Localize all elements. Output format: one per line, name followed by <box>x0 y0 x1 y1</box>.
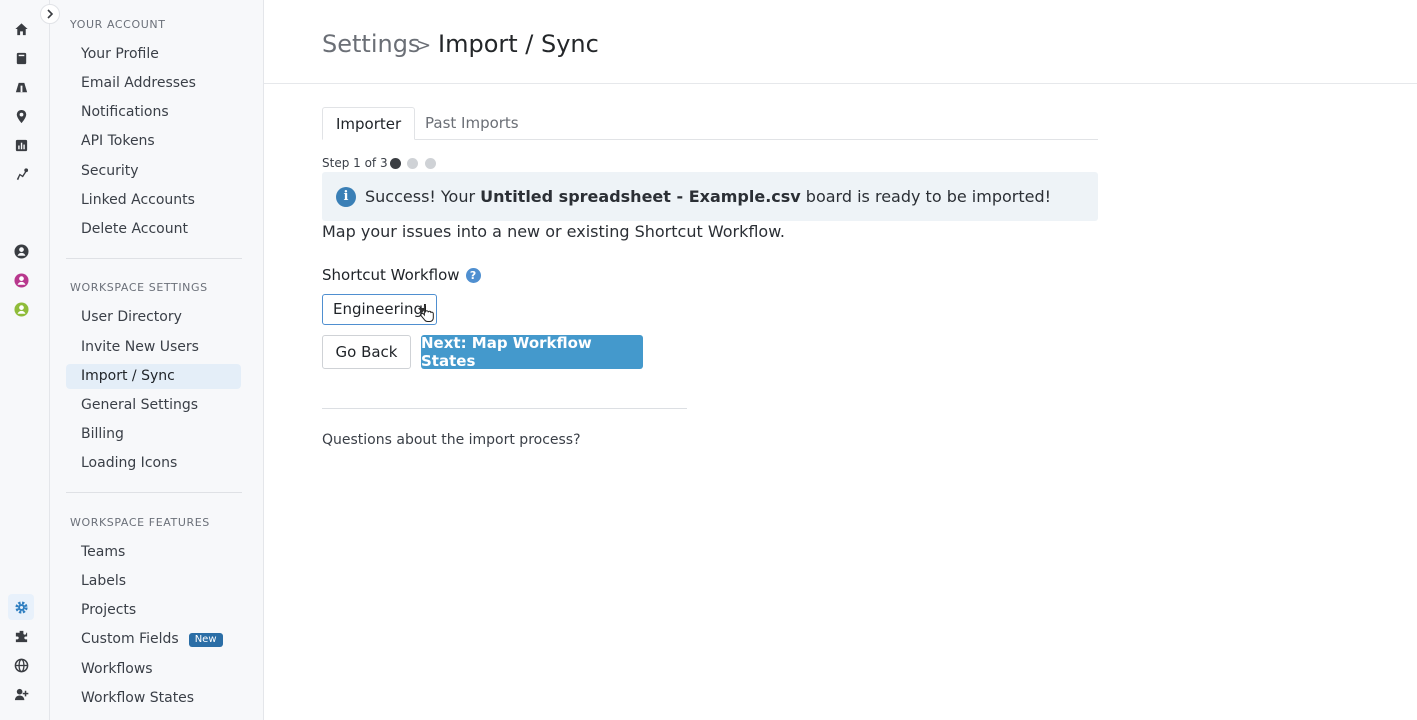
sidebar-item-workflows[interactable]: Workflows <box>66 657 241 682</box>
sidebar-item-label: Custom Fields <box>81 631 179 647</box>
sidebar-item-security[interactable]: Security <box>66 159 241 184</box>
breadcrumb-separator: > <box>416 35 432 56</box>
stories-icon[interactable] <box>11 48 31 68</box>
info-icon: i <box>336 186 356 207</box>
sidebar-item-billing[interactable]: Billing <box>66 422 241 447</box>
milestones-icon[interactable] <box>11 106 31 126</box>
sidebar-item-your-profile[interactable]: Your Profile <box>66 42 241 67</box>
tab-past-imports[interactable]: Past Imports <box>412 107 532 140</box>
roadmap-icon[interactable] <box>11 164 31 184</box>
alert-prefix: Success! Your <box>365 187 481 206</box>
integrations-icon[interactable] <box>11 626 31 646</box>
workflow-selected-value: Engineering <box>333 300 423 318</box>
sidebar-item-custom-fields[interactable]: Custom Fields New <box>66 627 241 652</box>
settings-sidebar: YOUR ACCOUNT Your Profile Email Addresse… <box>50 0 264 720</box>
team-user-icon[interactable] <box>11 241 31 261</box>
step-dot-1 <box>390 158 401 169</box>
sidebar-item-teams[interactable]: Teams <box>66 540 241 565</box>
sidebar-item-labels[interactable]: Labels <box>66 569 241 594</box>
step-dot-2 <box>407 158 418 169</box>
section-title-workspace-features: WORKSPACE FEATURES <box>70 516 210 529</box>
questions-text: Questions about the import process? <box>322 432 581 448</box>
sidebar-item-delete-account[interactable]: Delete Account <box>66 217 241 242</box>
green-user-icon[interactable] <box>11 299 31 319</box>
intro-text: Map your issues into a new or existing S… <box>322 222 785 241</box>
content-divider <box>322 408 687 409</box>
step-label: Step 1 of 3 <box>322 156 388 170</box>
reports-icon[interactable] <box>11 135 31 155</box>
alert-message: Success! Your Untitled spreadsheet - Exa… <box>365 187 1051 206</box>
go-back-button[interactable]: Go Back <box>322 335 411 369</box>
next-map-workflow-states-button[interactable]: Next: Map Workflow States <box>421 334 643 370</box>
sidebar-item-loading-icons[interactable]: Loading Icons <box>66 451 241 476</box>
invite-user-icon[interactable] <box>11 684 31 704</box>
sidebar-item-import-sync[interactable]: Import / Sync <box>66 364 241 389</box>
success-alert: i Success! Your Untitled spreadsheet - E… <box>322 172 1098 221</box>
pink-user-icon[interactable] <box>11 270 31 290</box>
tab-importer[interactable]: Importer <box>322 107 416 140</box>
globe-icon[interactable] <box>11 655 31 675</box>
sidebar-item-api-tokens[interactable]: API Tokens <box>66 129 241 154</box>
sidebar-divider <box>66 492 242 493</box>
page-title: Import / Sync <box>438 30 599 58</box>
step-dot-3 <box>425 158 436 169</box>
sidebar-item-general-settings[interactable]: General Settings <box>66 393 241 418</box>
sidebar-item-user-directory[interactable]: User Directory <box>66 305 241 330</box>
sidebar-item-invite-new-users[interactable]: Invite New Users <box>66 335 241 360</box>
alert-suffix: board is ready to be imported! <box>800 187 1052 206</box>
sidebar-divider <box>66 258 242 259</box>
help-icon[interactable]: ? <box>465 267 481 283</box>
epics-icon[interactable] <box>11 77 31 97</box>
sidebar-item-projects[interactable]: Projects <box>66 598 241 623</box>
new-badge: New <box>188 633 223 647</box>
settings-icon[interactable] <box>8 594 34 620</box>
page-header: Settings > Import / Sync <box>264 0 1417 84</box>
workflow-label: Shortcut Workflow <box>322 266 460 284</box>
pointer-cursor-icon <box>420 304 434 322</box>
section-title-your-account: YOUR ACCOUNT <box>70 18 166 31</box>
sidebar-item-workflow-states[interactable]: Workflow States <box>66 686 241 711</box>
sidebar-item-linked-accounts[interactable]: Linked Accounts <box>66 188 241 213</box>
sidebar-item-email-addresses[interactable]: Email Addresses <box>66 71 241 96</box>
workflow-label-row: Shortcut Workflow ? <box>322 266 481 284</box>
chevron-right-icon <box>47 9 54 19</box>
breadcrumb-settings[interactable]: Settings <box>322 30 420 58</box>
section-title-workspace-settings: WORKSPACE SETTINGS <box>70 281 208 294</box>
expand-sidebar-button[interactable] <box>40 4 60 24</box>
icon-rail <box>0 0 50 720</box>
sidebar-item-notifications[interactable]: Notifications <box>66 100 241 125</box>
alert-filename: Untitled spreadsheet - Example.csv <box>480 187 801 206</box>
home-icon[interactable] <box>11 19 31 39</box>
